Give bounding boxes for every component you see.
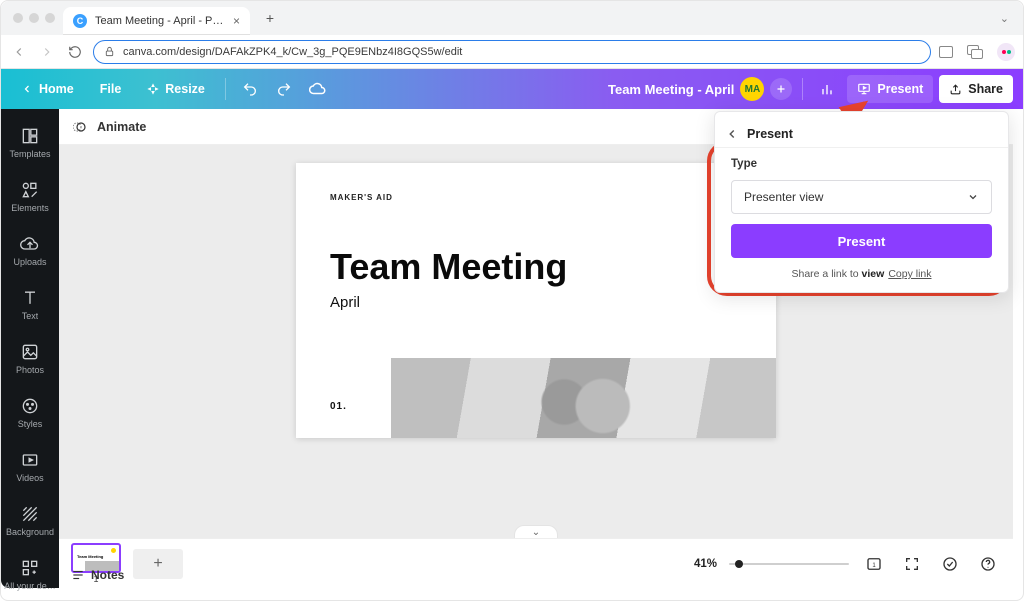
slide-pagenum: 01. (330, 401, 347, 412)
sidebar-item-uploads[interactable]: Uploads (1, 223, 59, 277)
window-close-dot[interactable] (13, 13, 23, 23)
cloud-sync-icon[interactable] (304, 75, 332, 103)
tab-title: Team Meeting - April - Present… (95, 15, 225, 27)
sidebar-item-photos[interactable]: Photos (1, 331, 59, 385)
home-label: Home (39, 82, 74, 96)
help-icon[interactable] (975, 551, 1001, 577)
thumb-text: Team Meeting (77, 554, 103, 559)
browser-toolbar: canva.com/design/DAFAkZPK4_k/Cw_3g_PQE9E… (1, 35, 1023, 69)
sidebar-item-label: Photos (16, 365, 44, 375)
sidebar-item-videos[interactable]: Videos (1, 439, 59, 493)
presentation-type-select[interactable]: Presenter view (731, 180, 992, 214)
canva-favicon-icon: C (73, 14, 87, 28)
animate-button[interactable]: Animate (97, 120, 146, 134)
nav-reload-icon[interactable] (65, 42, 85, 62)
present-confirm-button[interactable]: Present (731, 224, 992, 258)
popover-back-icon[interactable] (725, 127, 739, 141)
slide-kicker: MAKER'S AID (330, 193, 742, 202)
new-tab-button[interactable]: + (258, 6, 282, 30)
slide-page[interactable]: MAKER'S AID Team Meeting April 01. (296, 163, 776, 438)
share-link-bold: view (862, 268, 885, 280)
app-topbar: Home File Resize Team Meeting - April MA (1, 69, 1023, 109)
add-page-button[interactable]: + (133, 549, 183, 579)
sidebar-item-label: Templates (9, 149, 50, 159)
grid-view-icon[interactable]: 1 (861, 551, 887, 577)
expand-pages-icon[interactable]: ⌄ (514, 525, 558, 539)
fullscreen-icon[interactable] (899, 551, 925, 577)
notes-label: Notes (91, 568, 124, 582)
sidebar-item-label: All your de… (4, 581, 56, 591)
undo-icon[interactable] (236, 75, 264, 103)
sidebar-item-label: Videos (16, 473, 43, 483)
slide-subhead: April (330, 294, 742, 311)
slide-image (391, 358, 776, 438)
insights-icon[interactable] (813, 75, 841, 103)
extension1-icon[interactable] (939, 46, 953, 58)
file-menu[interactable]: File (90, 75, 132, 103)
sidebar-item-all-designs[interactable]: All your de… (1, 547, 59, 601)
lock-icon (104, 46, 115, 57)
browser-tabstrip: C Team Meeting - April - Present… × + ⌄ (1, 1, 1023, 35)
popover-title: Present (747, 127, 793, 141)
sidebar-item-styles[interactable]: Styles (1, 385, 59, 439)
home-button[interactable]: Home (11, 75, 84, 103)
share-button[interactable]: Share (939, 75, 1013, 103)
copy-link[interactable]: Copy link (888, 268, 931, 280)
resize-button[interactable]: Resize (137, 75, 215, 103)
present-button[interactable]: Present (847, 75, 933, 103)
tab-close-icon[interactable]: × (233, 14, 240, 28)
redo-icon[interactable] (270, 75, 298, 103)
present-popover: Present Type Presenter view Present Shar… (714, 111, 1009, 293)
nav-forward-icon[interactable] (37, 42, 57, 62)
thumb-avatar-icon (111, 548, 116, 553)
url-text: canva.com/design/DAFAkZPK4_k/Cw_3g_PQE9E… (123, 46, 462, 58)
chevron-down-icon (967, 191, 979, 203)
window-controls (9, 13, 63, 23)
add-collaborator-icon[interactable] (770, 78, 792, 100)
sidebar-item-label: Elements (11, 203, 49, 213)
share-link-prefix: Share a link to (792, 268, 862, 280)
divider (225, 78, 226, 100)
present-confirm-label: Present (838, 234, 886, 249)
sidebar-item-elements[interactable]: Elements (1, 169, 59, 223)
help-check-icon[interactable] (937, 551, 963, 577)
browser-tab[interactable]: C Team Meeting - April - Present… × (63, 7, 250, 35)
zoom-value: 41% (694, 558, 717, 570)
document-title[interactable]: Team Meeting - April (608, 82, 734, 97)
address-bar[interactable]: canva.com/design/DAFAkZPK4_k/Cw_3g_PQE9E… (93, 40, 931, 64)
share-label: Share (968, 82, 1003, 96)
svg-text:1: 1 (872, 563, 876, 569)
type-label: Type (731, 158, 992, 170)
sidebar-item-label: Background (6, 527, 54, 537)
sidebar-item-text[interactable]: Text (1, 277, 59, 331)
footer-bar: Team Meeting 1 + 41% 1 (59, 538, 1013, 588)
file-label: File (100, 82, 122, 96)
sidebar-item-label: Text (22, 311, 39, 321)
present-label: Present (877, 82, 923, 96)
sidebar-item-background[interactable]: Background (1, 493, 59, 547)
user-avatar[interactable]: MA (740, 77, 764, 101)
profile-avatar-icon[interactable] (997, 43, 1015, 61)
window-min-dot[interactable] (29, 13, 39, 23)
sidebar-item-label: Styles (18, 419, 43, 429)
notes-button[interactable]: Notes (71, 568, 124, 582)
share-link-row: Share a link to viewCopy link (731, 268, 992, 280)
extension2-icon[interactable] (967, 45, 983, 59)
divider (802, 78, 803, 100)
animate-icon (73, 119, 89, 135)
tabstrip-menu-icon[interactable]: ⌄ (1000, 12, 1015, 25)
zoom-handle-icon[interactable] (735, 560, 743, 568)
slide-headline: Team Meeting (330, 246, 742, 288)
nav-back-icon[interactable] (9, 42, 29, 62)
left-sidebar: Templates Elements Uploads Text Photos S… (1, 109, 59, 588)
sidebar-item-label: Uploads (13, 257, 46, 267)
window-max-dot[interactable] (45, 13, 55, 23)
resize-label: Resize (165, 82, 205, 96)
sidebar-item-templates[interactable]: Templates (1, 115, 59, 169)
select-value: Presenter view (744, 190, 823, 204)
zoom-slider[interactable] (729, 563, 849, 565)
